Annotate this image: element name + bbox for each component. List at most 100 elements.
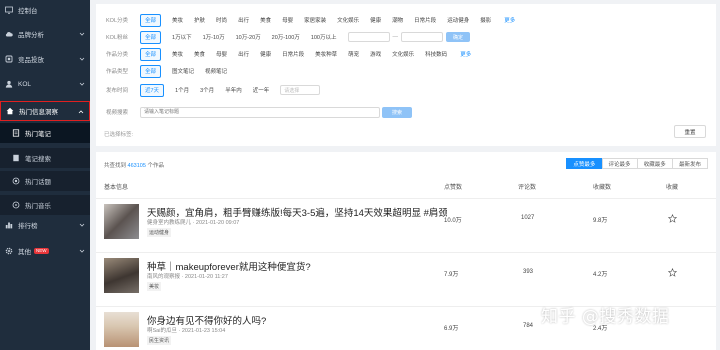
selected-tags-label: 已选择标签:	[104, 132, 134, 138]
sidebar-item-rankings[interactable]: 排行榜	[0, 215, 90, 235]
filter-option[interactable]: 全部	[140, 30, 162, 44]
note-title[interactable]: 你身边有见不得你好的人吗?	[147, 313, 447, 327]
note-author[interactable]: 南风的观察报	[147, 274, 180, 280]
more-link[interactable]: 更多	[504, 16, 515, 24]
filter-option[interactable]: 萌宠	[348, 50, 359, 58]
chevron-down-icon	[79, 57, 85, 61]
chevron-down-icon	[79, 82, 85, 86]
total-prefix: 共查找到	[104, 163, 127, 169]
rank-icon	[5, 221, 13, 229]
filter-option[interactable]: 母婴	[282, 16, 293, 24]
filter-row-kol-category: KOL分类 全部 美妆 护肤 时尚 出行 美食 母婴 家居家装 文化娱乐 健康 …	[106, 13, 515, 27]
note-date: 2021-01-20 09:07	[195, 220, 240, 226]
filter-option[interactable]: 潮物	[392, 16, 403, 24]
filter-label: 作品分类	[106, 52, 129, 58]
filter-option[interactable]: 美妆	[172, 50, 183, 58]
filter-option[interactable]: 全部	[140, 13, 162, 27]
sort-collects-button[interactable]: 收藏最多	[636, 158, 673, 169]
note-thumbnail[interactable]	[104, 258, 139, 293]
filter-option[interactable]: 科技数码	[425, 50, 447, 58]
sort-newest-button[interactable]: 最新发布	[671, 158, 708, 169]
fans-min-input[interactable]	[347, 32, 390, 42]
note-thumbnail[interactable]	[104, 204, 139, 239]
note-thumbnail[interactable]	[104, 312, 139, 347]
filter-option[interactable]: 出行	[238, 50, 249, 58]
note-title[interactable]: 种草｜makeupforever就用这种便宜货?	[147, 259, 447, 273]
sidebar: 控制台 品牌分析 竞品投放 KOL 热门信息洞察 热门笔记 笔记搜索 热门话题 …	[0, 0, 90, 350]
filter-option[interactable]: 健康	[370, 16, 381, 24]
filter-row-publish-time: 发布时间 近7天 1个月 3个月 半年内 近一年 请选择	[106, 83, 321, 97]
total-suffix: 个作品	[147, 163, 164, 169]
filter-option[interactable]: 近7天	[140, 83, 165, 97]
sidebar-subitem-hot-notes[interactable]: 热门笔记	[0, 123, 90, 143]
filter-label: KOL分类	[106, 18, 129, 24]
sidebar-subitem-hot-topics[interactable]: 热门话题	[0, 171, 90, 191]
filter-option[interactable]: 半年内	[225, 86, 242, 94]
confirm-button[interactable]: 确定	[446, 32, 470, 42]
star-icon[interactable]	[668, 214, 677, 223]
sidebar-item-kol[interactable]: KOL	[0, 74, 90, 94]
filter-option[interactable]: 美妆种草	[315, 50, 337, 58]
result-count: 共查找到 463105 个作品	[104, 161, 164, 169]
filter-option[interactable]: 美食	[194, 50, 205, 58]
filter-option[interactable]: 时尚	[216, 16, 227, 24]
filter-option[interactable]: 1个月	[175, 86, 189, 94]
note-author[interactable]: 啊Sai的瓜旦	[147, 328, 177, 334]
filter-option[interactable]: 3个月	[200, 86, 214, 94]
filter-option[interactable]: 1万-10万	[203, 33, 225, 41]
filter-label: 视频搜索	[106, 110, 129, 116]
filter-option[interactable]: 运动健身	[447, 16, 469, 24]
filter-option[interactable]: 摄影	[480, 16, 491, 24]
search-button[interactable]: 搜索	[382, 106, 412, 118]
filter-option[interactable]: 美食	[260, 16, 271, 24]
filter-option[interactable]: 日常片段	[282, 50, 304, 58]
chevron-up-icon	[78, 110, 84, 114]
sidebar-item-brand-analysis[interactable]: 品牌分析	[0, 24, 90, 44]
table-row[interactable]: 种草｜makeupforever就用这种便宜货? 南风的观察报 · 2021-0…	[96, 252, 716, 306]
filter-option[interactable]: 出行	[238, 16, 249, 24]
filter-option[interactable]: 游戏	[370, 50, 381, 58]
sort-comments-button[interactable]: 评论最多	[601, 158, 638, 169]
table-row[interactable]: 天赐颜，宜角肩，粗手臂赚练版!每天3-5遍，坚持14天效果超明显 #肩颈... …	[96, 198, 716, 252]
date-picker[interactable]: 请选择	[280, 85, 321, 95]
sidebar-item-dashboard[interactable]: 控制台	[0, 0, 90, 20]
reset-button[interactable]: 重置	[674, 125, 706, 138]
filter-option[interactable]: 图文笔记	[172, 67, 194, 75]
column-header: 评论数	[518, 185, 537, 191]
note-date: 2021-01-20 11:27	[184, 274, 228, 280]
filter-option[interactable]: 20万-100万	[272, 33, 300, 41]
filter-option[interactable]: 近一年	[253, 86, 270, 94]
sidebar-item-hot-insights[interactable]: 热门信息洞察	[0, 101, 90, 121]
more-link[interactable]: 更多	[460, 50, 471, 58]
filter-option[interactable]: 文化娱乐	[392, 50, 414, 58]
sidebar-subitem-note-search[interactable]: 笔记搜索	[0, 148, 90, 168]
filter-option[interactable]: 健康	[260, 50, 271, 58]
filter-option[interactable]: 文化娱乐	[337, 16, 359, 24]
watermark: 知乎 @搜秀数据	[541, 307, 670, 327]
filter-label: 作品类型	[106, 69, 129, 75]
filter-option[interactable]: 1万以下	[172, 33, 192, 41]
filter-option[interactable]: 家居家装	[304, 16, 326, 24]
sidebar-item-other[interactable]: 其他 NEW	[0, 241, 90, 261]
sidebar-subitem-hot-music[interactable]: 热门音乐	[0, 195, 90, 215]
filter-option[interactable]: 全部	[140, 64, 162, 78]
search-input[interactable]	[140, 106, 380, 118]
filter-option[interactable]: 全部	[140, 47, 162, 61]
filter-option[interactable]: 10万-20万	[236, 33, 261, 41]
star-icon[interactable]	[668, 268, 677, 277]
filter-row-keyword: 视频搜索 搜索	[106, 106, 412, 118]
filter-option[interactable]: 美妆	[172, 16, 183, 24]
filter-option[interactable]: 日常片段	[414, 16, 436, 24]
note-title[interactable]: 天赐颜，宜角肩，粗手臂赚练版!每天3-5遍，坚持14天效果超明显 #肩颈...	[147, 205, 447, 219]
fans-max-input[interactable]	[401, 32, 443, 42]
range-separator: —	[392, 34, 399, 40]
filter-option[interactable]: 护肤	[194, 16, 205, 24]
sidebar-item-competitor-ads[interactable]: 竞品投放	[0, 49, 90, 69]
filter-option[interactable]: 100万以上	[311, 33, 337, 41]
note-icon	[12, 129, 20, 137]
sort-likes-button[interactable]: 点赞最多	[566, 158, 603, 169]
home-icon	[6, 107, 14, 115]
note-author[interactable]: 健身室内教练爬儿	[147, 220, 191, 226]
filter-option[interactable]: 视频笔记	[205, 67, 227, 75]
filter-option[interactable]: 母婴	[216, 50, 227, 58]
